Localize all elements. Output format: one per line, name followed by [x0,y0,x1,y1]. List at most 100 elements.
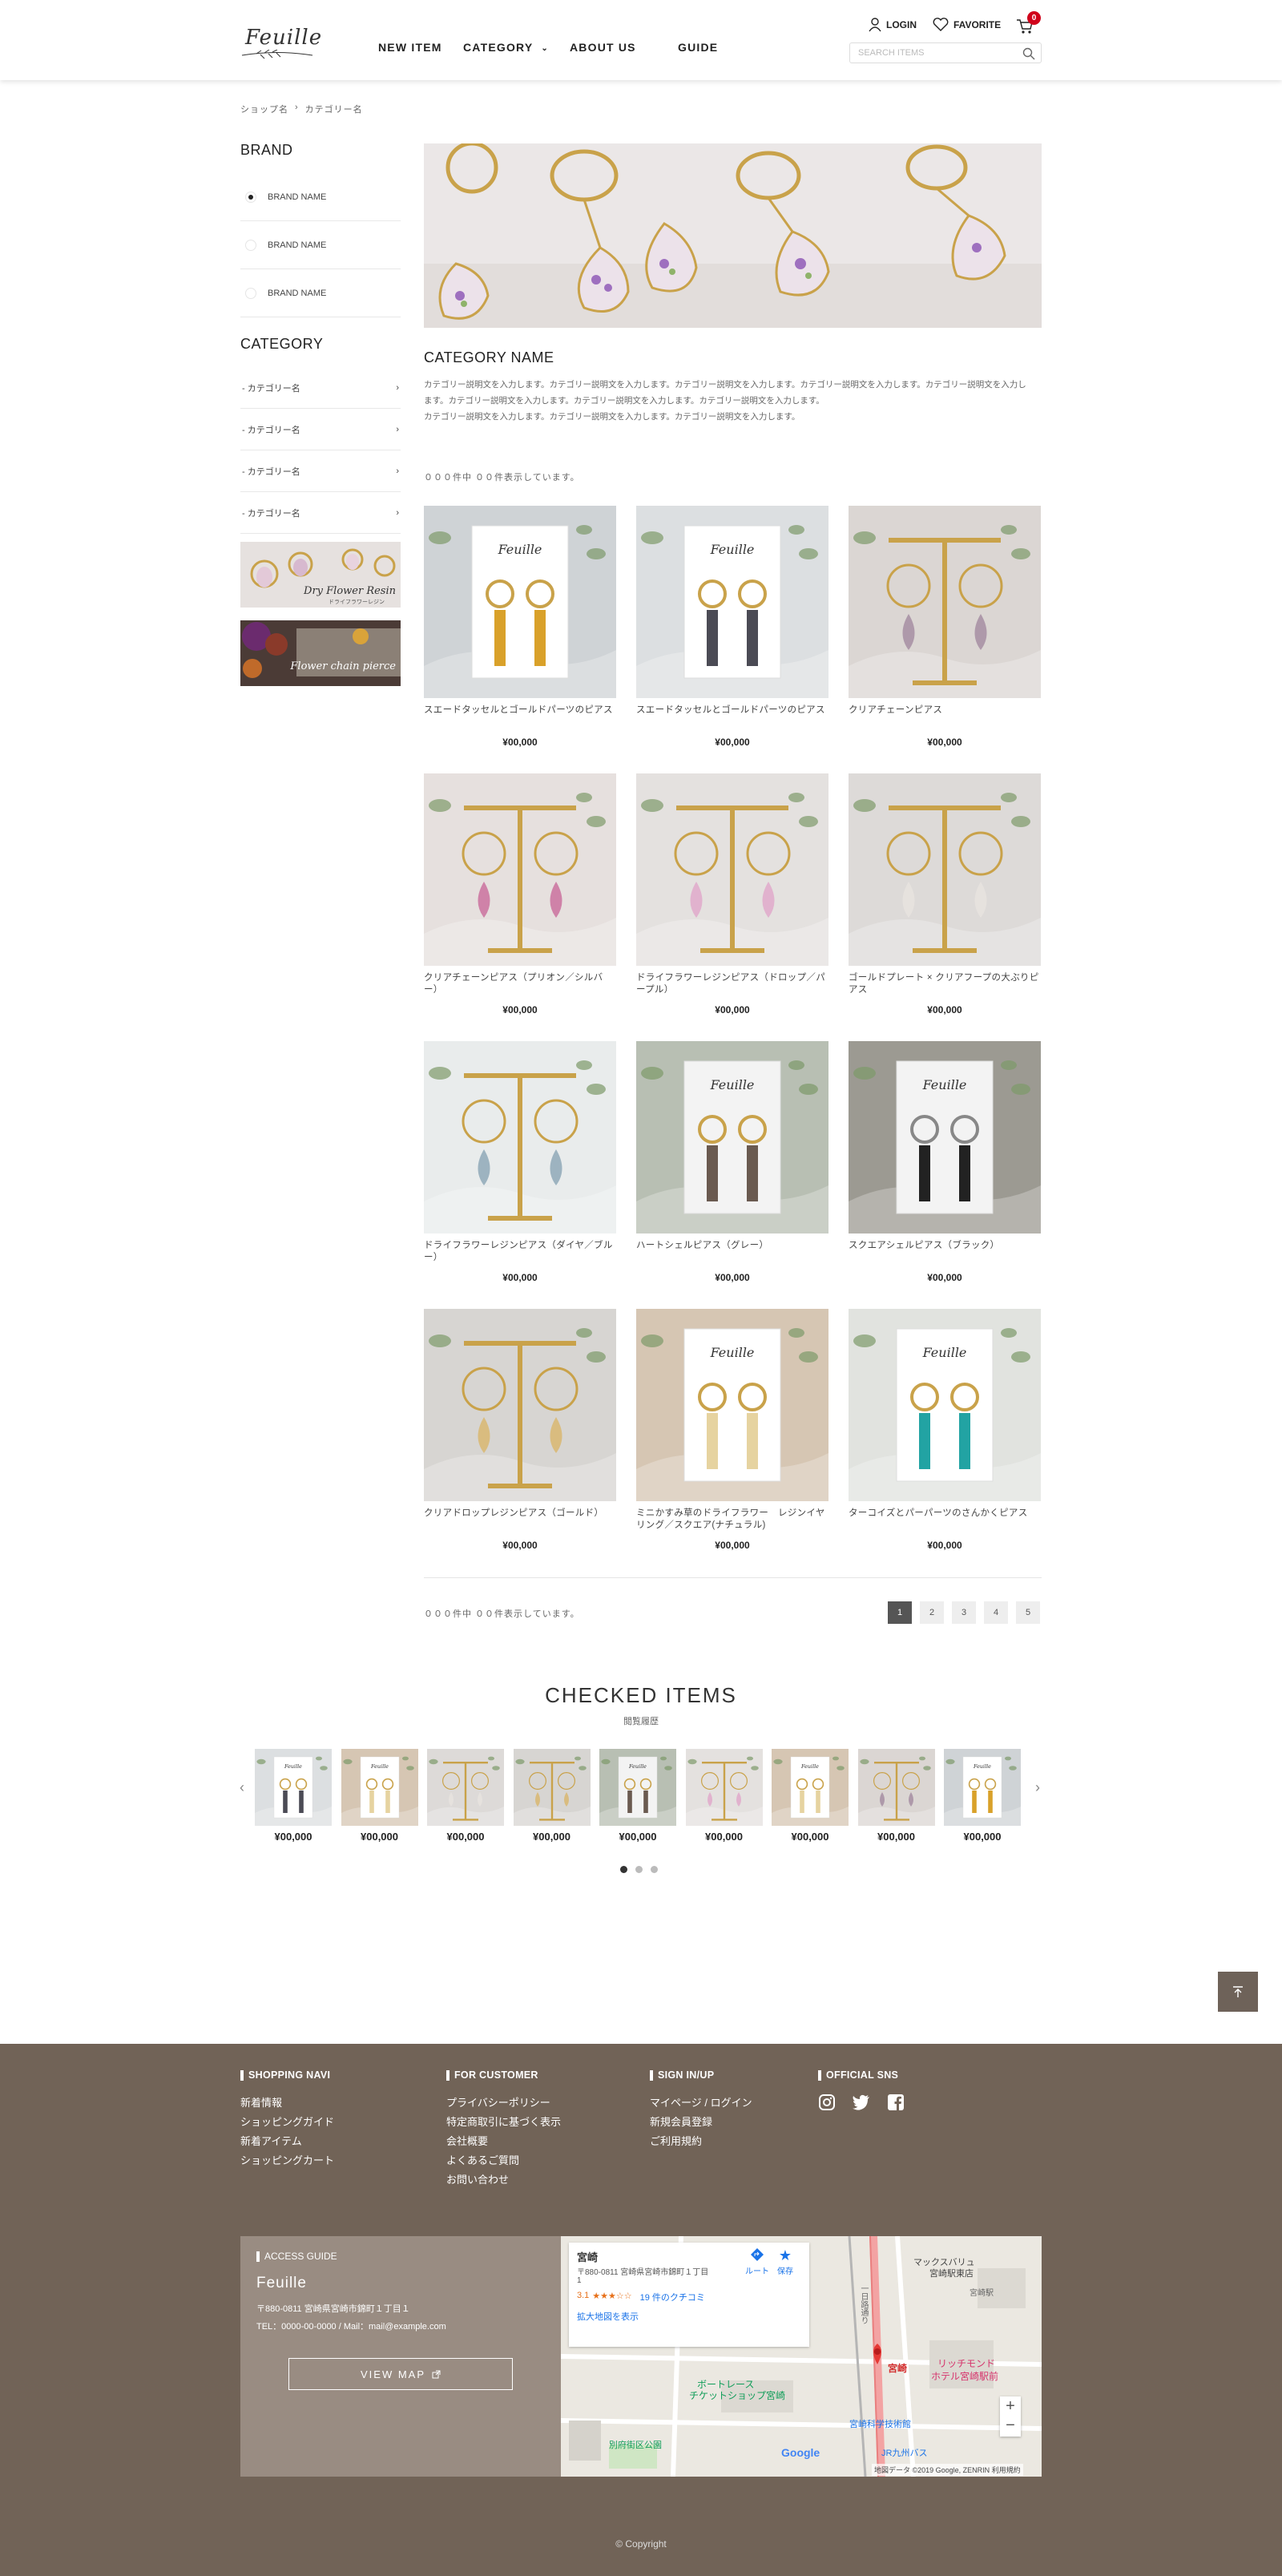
search-icon[interactable] [1022,46,1036,61]
footer-link[interactable]: お問い合わせ [446,2170,561,2190]
product-card[interactable]: Feuille ミニかすみ草のドライフラワー レジンイヤリング／スクエア(ナチュラ… [636,1309,828,1551]
checked-item[interactable]: Feuille ¥00,000 [255,1749,332,1843]
checked-item-image[interactable] [857,1749,935,1826]
checked-item-image[interactable]: Feuille [944,1749,1021,1826]
product-image[interactable] [636,773,828,966]
carousel-dot[interactable] [620,1866,627,1873]
category-item[interactable]: - カテゴリー名 › [240,409,401,450]
product-name[interactable]: ドライフラワーレジンピアス（ドロップ／パープル） [636,972,828,996]
product-image[interactable] [424,1309,616,1501]
page-button[interactable]: 1 [888,1601,912,1624]
page-button[interactable]: 5 [1016,1601,1040,1624]
nav-about-us[interactable]: ABOUT US [570,41,636,54]
map-route-button[interactable]: ルート [745,2247,769,2276]
breadcrumb-shop[interactable]: ショップ名 [240,103,288,115]
footer-link[interactable]: ショッピングガイド [240,2113,334,2132]
category-item[interactable]: - カテゴリー名 › [240,367,401,409]
product-name[interactable]: スエードタッセルとゴールドパーツのピアス [424,705,616,729]
carousel-dot[interactable] [635,1866,643,1873]
product-name[interactable]: クリアドロップレジンピアス（ゴールド） [424,1508,616,1532]
search-input[interactable] [850,43,1010,63]
checked-item[interactable]: ¥00,000 [427,1749,504,1843]
checked-item-image[interactable] [427,1749,504,1826]
carousel-prev-button[interactable]: ‹ [240,1779,244,1796]
banner-dry-flower[interactable]: Dry Flower Resin ドライフラワーレジン [240,542,401,608]
footer-link[interactable]: マイページ / ログイン [650,2094,752,2113]
nav-new-item[interactable]: NEW ITEM [378,41,442,54]
checked-item-image[interactable]: Feuille [599,1749,676,1826]
product-card[interactable]: Feuille スエードタッセルとゴールドパーツのピアス ¥00,000 [424,506,616,748]
product-card[interactable]: Feuille スエードタッセルとゴールドパーツのピアス ¥00,000 [636,506,828,748]
facebook-icon[interactable] [887,2094,905,2111]
product-image[interactable] [849,773,1041,966]
checked-item-image[interactable] [685,1749,763,1826]
logo[interactable]: Feuille [240,22,321,63]
product-name[interactable]: ハートシェルピアス（グレー） [636,1240,828,1264]
product-name[interactable]: クリアチェーンピアス（プリオン／シルバー） [424,972,616,996]
product-card[interactable]: ゴールドプレート × クリアフープの大ぶりピアス ¥00,000 [849,773,1041,1015]
footer-link[interactable]: ご利用規約 [650,2132,752,2151]
product-name[interactable]: スクエアシェルピアス（ブラック） [849,1240,1041,1264]
footer-link[interactable]: 新規会員登録 [650,2113,752,2132]
category-item[interactable]: - カテゴリー名 › [240,492,401,534]
checked-item[interactable]: Feuille ¥00,000 [341,1749,418,1843]
checked-item-image[interactable]: Feuille [255,1749,332,1826]
product-card[interactable]: ドライフラワーレジンピアス（ドロップ／パープル） ¥00,000 [636,773,828,1015]
product-image[interactable] [424,1041,616,1233]
product-image[interactable]: Feuille [849,1309,1041,1501]
product-card[interactable]: Feuille スクエアシェルピアス（ブラック） ¥00,000 [849,1041,1041,1283]
checked-item[interactable]: Feuille ¥00,000 [944,1749,1021,1843]
product-card[interactable]: Feuille ハートシェルピアス（グレー） ¥00,000 [636,1041,828,1283]
product-image[interactable] [849,506,1041,698]
nav-category[interactable]: CATEGORY ⌄ [463,41,549,54]
login-link[interactable]: LOGIN [869,18,917,32]
product-image[interactable]: Feuille [424,506,616,698]
product-card[interactable]: Feuille ターコイズとパーパーツのさんかくピアス ¥00,000 [849,1309,1041,1551]
product-image[interactable]: Feuille [636,1041,828,1233]
checked-item-image[interactable]: Feuille [772,1749,849,1826]
checked-item-image[interactable]: Feuille [341,1749,418,1826]
twitter-icon[interactable] [852,2094,871,2111]
footer-link[interactable]: ショッピングカート [240,2151,334,2170]
product-card[interactable]: クリアチェーンピアス ¥00,000 [849,506,1041,748]
footer-link[interactable]: 新着情報 [240,2094,334,2113]
checked-item[interactable]: ¥00,000 [513,1749,591,1843]
carousel-next-button[interactable]: › [1035,1779,1040,1796]
carousel-dot[interactable] [651,1866,658,1873]
footer-link[interactable]: 新着アイテム [240,2132,334,2151]
instagram-icon[interactable] [818,2094,836,2111]
banner-flower-chain[interactable]: Flower chain pierce [240,620,401,686]
review-count-link[interactable]: 19 件のクチコミ [640,2291,705,2303]
footer-link[interactable]: 特定商取引に基づく表示 [446,2113,561,2132]
product-image[interactable]: Feuille [636,1309,828,1501]
favorite-link[interactable]: FAVORITE [933,18,1001,32]
checked-item[interactable]: Feuille ¥00,000 [599,1749,676,1843]
checked-item-image[interactable] [513,1749,591,1826]
brand-option[interactable]: BRAND NAME [240,269,401,317]
product-name[interactable]: クリアチェーンピアス [849,705,1041,729]
nav-guide[interactable]: GUIDE [678,41,718,54]
zoom-in-button[interactable]: + [1000,2396,1021,2416]
zoom-out-button[interactable]: − [1000,2416,1021,2435]
category-item[interactable]: - カテゴリー名 › [240,450,401,492]
google-map[interactable]: 宮崎 〒880-0811 宮崎県宮崎市錦町１丁目 1 3.1 ★★★☆☆ 19 … [561,2236,1042,2477]
page-button[interactable]: 3 [952,1601,976,1624]
brand-option[interactable]: BRAND NAME [240,221,401,269]
brand-option[interactable]: BRAND NAME [240,173,401,221]
checked-item[interactable]: ¥00,000 [685,1749,763,1843]
product-name[interactable]: ドライフラワーレジンピアス（ダイヤ／ブルー） [424,1240,616,1264]
product-name[interactable]: ゴールドプレート × クリアフープの大ぶりピアス [849,972,1041,996]
page-button[interactable]: 4 [984,1601,1008,1624]
product-image[interactable]: Feuille [849,1041,1041,1233]
page-top-button[interactable] [1218,1972,1258,2012]
product-name[interactable]: ターコイズとパーパーツのさんかくピアス [849,1508,1041,1532]
enlarge-map-link[interactable]: 拡大地図を表示 [577,2310,639,2323]
product-image[interactable] [424,773,616,966]
page-button[interactable]: 2 [920,1601,944,1624]
footer-link[interactable]: 会社概要 [446,2132,561,2151]
product-name[interactable]: ミニかすみ草のドライフラワー レジンイヤリング／スクエア(ナチュラル) [636,1508,828,1532]
map-save-button[interactable]: ★ 保存 [777,2247,793,2276]
product-card[interactable]: クリアチェーンピアス（プリオン／シルバー） ¥00,000 [424,773,616,1015]
cart-button[interactable]: 0 [1016,11,1041,38]
footer-link[interactable]: プライバシーポリシー [446,2094,561,2113]
